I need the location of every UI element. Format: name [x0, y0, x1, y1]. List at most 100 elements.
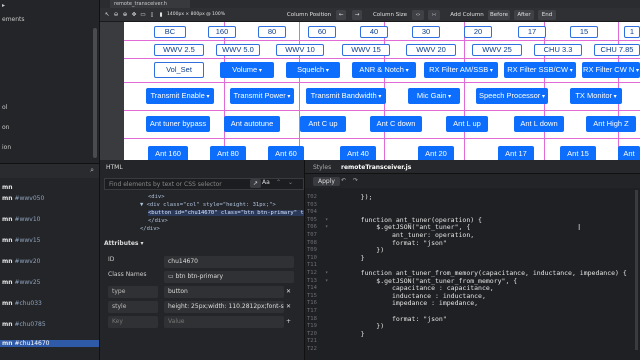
transmit-enable-dropdown[interactable]: Transmit Enable: [146, 88, 214, 104]
outline-top-item-0[interactable]: ▸: [2, 2, 5, 9]
close-icon[interactable]: ✕: [286, 288, 294, 296]
tab-html[interactable]: HTML: [106, 164, 123, 171]
ant-15-button[interactable]: Ant 15: [560, 146, 596, 160]
mobile-icon[interactable]: ▮: [156, 10, 166, 20]
wwv-25-button[interactable]: WWV 25: [472, 44, 522, 56]
wwv-20-button[interactable]: WWV 20: [406, 44, 456, 56]
rx-filter-ssb-cw-dropdown[interactable]: RX Filter SSB/CW: [504, 62, 576, 78]
arrow-right-icon[interactable]: →: [352, 10, 362, 20]
code-line[interactable]: }: [345, 330, 365, 338]
fold-chevron-icon[interactable]: ▾: [325, 224, 328, 230]
list-item-selected[interactable]: mn #chu14670: [0, 340, 99, 347]
code-line[interactable]: }: [345, 254, 365, 262]
band-60-button[interactable]: 60: [308, 26, 336, 38]
band-17-button[interactable]: 17: [518, 26, 546, 38]
list-item[interactable]: mn #wwv20: [2, 258, 40, 265]
code-line[interactable]: impedance : impedance,: [345, 299, 478, 307]
wwv-2-5-button[interactable]: WWV 2.5: [154, 44, 204, 56]
list-item[interactable]: mn #wwv050: [2, 195, 44, 202]
tx-monitor-dropdown[interactable]: TX Monitor: [570, 88, 622, 104]
list-item[interactable]: mn #wwv10: [2, 216, 40, 223]
ant-17-button[interactable]: Ant 17: [498, 146, 534, 160]
chu-7-85-button[interactable]: CHU 7.85: [594, 44, 640, 56]
arrow-left-icon[interactable]: ←: [336, 10, 346, 20]
code-line[interactable]: });: [345, 193, 373, 201]
regex-toggle-icon[interactable]: ↗: [250, 179, 262, 188]
speech-processor-dropdown[interactable]: Speech Processor: [476, 88, 548, 104]
band-30-button[interactable]: 30: [412, 26, 440, 38]
outline-top-item-1[interactable]: ements: [2, 16, 25, 23]
transmit-power-dropdown[interactable]: Transmit Power: [230, 88, 294, 104]
search-icon[interactable]: ⌕: [90, 166, 94, 175]
chu-3-3-button[interactable]: CHU 3.3: [534, 44, 582, 56]
anr-notch-dropdown[interactable]: ANR & Notch: [352, 62, 416, 78]
chevron-down-icon[interactable]: ⌄: [288, 179, 293, 186]
dom-line[interactable]: </div>: [140, 226, 160, 232]
volume-dropdown[interactable]: Volume: [220, 62, 274, 78]
outline-filter-bar[interactable]: ⌕: [0, 164, 99, 178]
class-names-field[interactable]: ▭ btn btn-primary: [164, 271, 294, 283]
attributes-header[interactable]: Attributes ▾: [104, 240, 144, 247]
band-40-button[interactable]: 40: [360, 26, 388, 38]
fold-chevron-icon[interactable]: ▾: [325, 278, 328, 284]
dom-line[interactable]: <div>: [148, 194, 165, 200]
outline-top-item-11[interactable]: ion: [2, 144, 11, 151]
before-button[interactable]: Before: [488, 10, 510, 20]
ant-l-down-button[interactable]: Ant L down: [514, 116, 564, 132]
tab-remote-transceiver-js[interactable]: remoteTransceiver.js: [341, 164, 411, 171]
ant-80-button[interactable]: Ant 80: [210, 146, 246, 160]
code-scrollbar[interactable]: [635, 190, 638, 350]
outline-top-item-9[interactable]: on: [2, 124, 9, 131]
fold-chevron-icon[interactable]: ▾: [325, 217, 328, 223]
wwv-15-button[interactable]: WWV 15: [342, 44, 390, 56]
list-item[interactable]: mn #wwv15: [2, 237, 40, 244]
attr-value-type[interactable]: button: [164, 286, 284, 298]
vol-set-button[interactable]: Vol_Set: [154, 62, 204, 78]
fold-chevron-icon[interactable]: ▾: [325, 270, 328, 276]
undo-icon[interactable]: ↶: [341, 177, 346, 184]
list-item[interactable]: mn #chu0785: [2, 321, 46, 328]
ant-tuner-bypass-button[interactable]: Ant tuner bypass: [146, 116, 210, 132]
band-20-button[interactable]: 20: [464, 26, 492, 38]
list-item[interactable]: mn #chu033: [2, 300, 42, 307]
outline-scrollbar[interactable]: [93, 28, 97, 158]
transmit-bandwidth-dropdown[interactable]: Transmit Bandwidth: [306, 88, 386, 104]
file-tab[interactable]: remote_transceiver.h: [110, 0, 190, 8]
ant-c-up-button[interactable]: Ant C up: [300, 116, 346, 132]
add-icon[interactable]: +: [286, 318, 294, 326]
band-15-button[interactable]: 15: [570, 26, 598, 38]
band-bc-button[interactable]: BC: [154, 26, 186, 38]
end-button[interactable]: End: [538, 10, 556, 20]
redo-icon[interactable]: ↷: [353, 177, 358, 184]
attr-key-style[interactable]: style: [108, 301, 158, 313]
dom-line[interactable]: </div>: [148, 218, 168, 224]
ant-c-down-button[interactable]: Ant C down: [370, 116, 422, 132]
close-icon[interactable]: ✕: [286, 303, 294, 311]
band-80-button[interactable]: 80: [258, 26, 286, 38]
list-item[interactable]: mn: [2, 184, 13, 191]
outline-top-item-7[interactable]: ol: [2, 104, 7, 111]
apply-button[interactable]: Apply: [313, 177, 340, 186]
band-160-button[interactable]: 160: [208, 26, 236, 38]
after-button[interactable]: After: [514, 10, 534, 20]
dom-line[interactable]: ▼ <div class="col" style="height: 31px;"…: [140, 202, 276, 208]
element-search-input[interactable]: Find elements by text or CSS selector: [104, 178, 304, 190]
id-field[interactable]: chu14670: [164, 256, 294, 268]
ant-l-up-button[interactable]: Ant L up: [446, 116, 488, 132]
band-1-button[interactable]: 1: [624, 26, 640, 38]
ant-160-button[interactable]: Ant 160: [148, 146, 188, 160]
attr-value-style[interactable]: height: 25px;width: 110.2812px;font-size…: [164, 301, 284, 313]
squelch-dropdown[interactable]: Squelch: [286, 62, 340, 78]
ant-20-button[interactable]: Ant 20: [418, 146, 454, 160]
wwv-10-button[interactable]: WWV 10: [276, 44, 324, 56]
viewport-size[interactable]: 1400px × 800px @ 100% ▾: [166, 10, 226, 27]
ant-autotune-button[interactable]: Ant autotune: [224, 116, 280, 132]
tab-styles[interactable]: Styles: [313, 164, 331, 171]
match-case-toggle[interactable]: Aa: [262, 179, 270, 186]
mic-gain-dropdown[interactable]: Mic Gain: [408, 88, 460, 104]
ant-60-button[interactable]: Ant 60: [268, 146, 304, 160]
attr-key-type[interactable]: type: [108, 286, 158, 298]
ant-high-z-button[interactable]: Ant High Z: [586, 116, 636, 132]
new-attr-value-input[interactable]: Value: [164, 316, 284, 328]
new-attr-key-input[interactable]: Key: [108, 316, 158, 328]
